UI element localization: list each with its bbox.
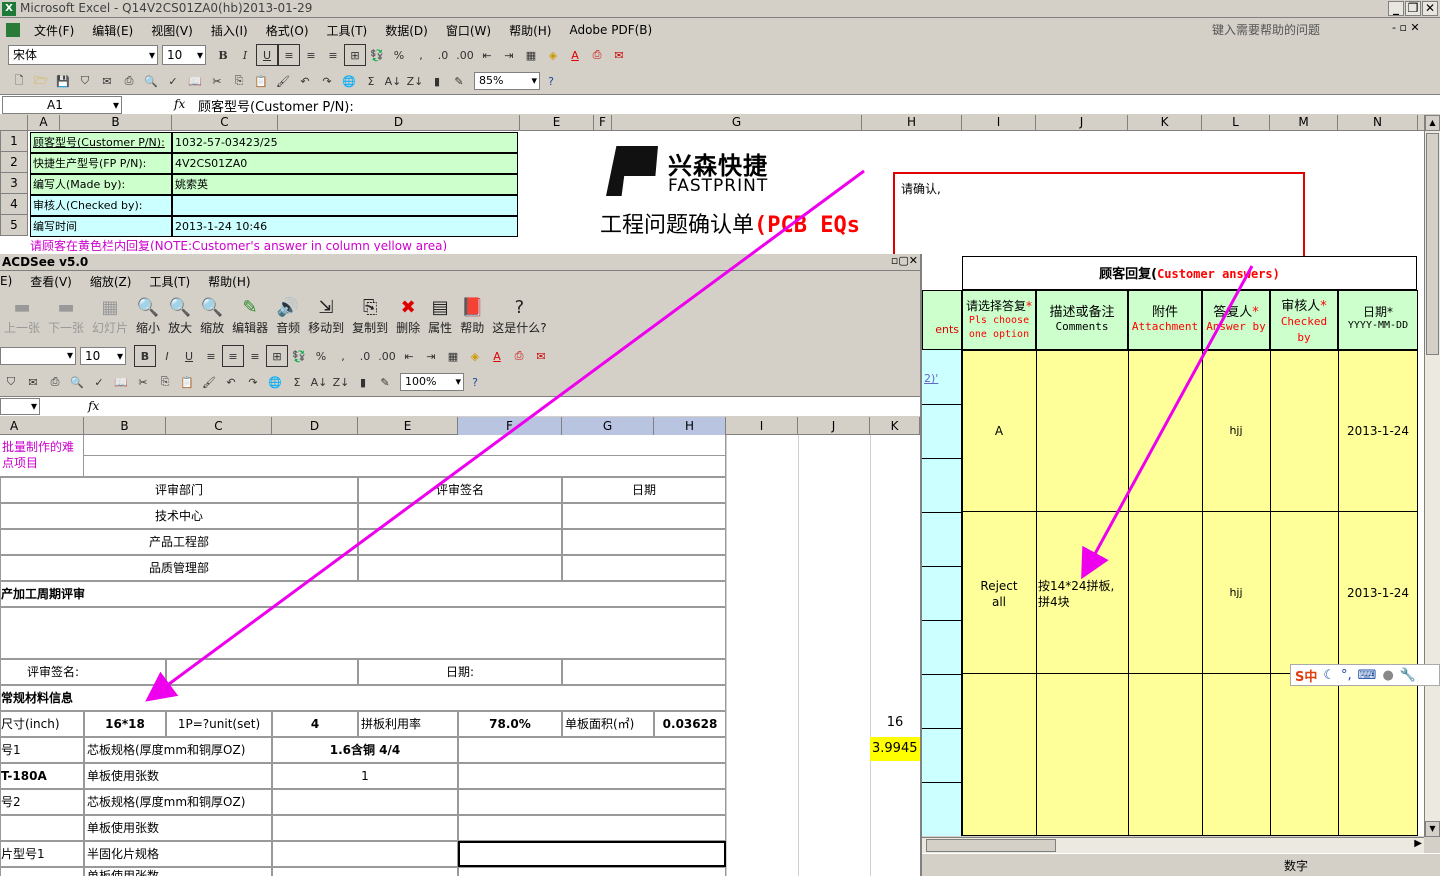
arrow-to-size-cell: [145, 169, 865, 702]
annotation-arrows: [145, 169, 1254, 702]
arrow-to-comments-cell: [1081, 265, 1254, 580]
